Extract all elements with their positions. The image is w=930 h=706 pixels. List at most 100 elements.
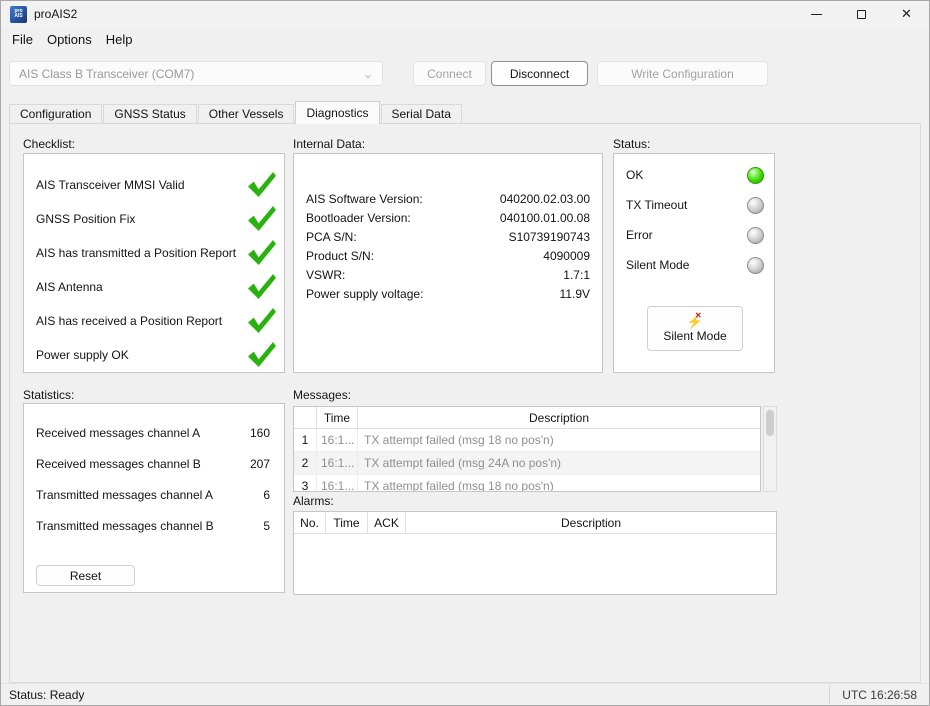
checklist-item: AIS Transceiver MMSI Valid <box>24 168 284 202</box>
check-icon <box>247 342 276 368</box>
toolbar: AIS Class B Transceiver (COM7) ⌄ Connect… <box>1 51 929 96</box>
tab-diagnostics[interactable]: Diagnostics <box>295 101 379 124</box>
internal-data-group: AIS Software Version: 040200.02.03.00 Bo… <box>293 153 603 373</box>
tab-gnss-status[interactable]: GNSS Status <box>103 104 196 123</box>
tab-other-vessels[interactable]: Other Vessels <box>198 104 295 123</box>
checklist-item: GNSS Position Fix <box>24 202 284 236</box>
internal-data-label: Power supply voltage: <box>306 287 423 306</box>
message-row[interactable]: 3 16:1... TX attempt failed (msg 18 no p… <box>294 475 760 492</box>
proais2-window: pro AIS proAIS2 ✕ File Options Help AIS … <box>0 0 930 706</box>
disconnect-button[interactable]: Disconnect <box>491 61 588 86</box>
check-icon <box>247 206 276 232</box>
statistics-label: Transmitted messages channel B <box>36 519 214 533</box>
checklist-item-label: Power supply OK <box>36 348 129 362</box>
status-row-silent-mode: Silent Mode <box>614 250 774 280</box>
window-controls: ✕ <box>794 1 929 27</box>
alarms-table: No. Time ACK Description <box>293 511 777 595</box>
header-cell-no: No. <box>294 512 326 533</box>
messages-scrollbar[interactable] <box>763 406 777 492</box>
checklist-item-label: AIS Transceiver MMSI Valid <box>36 178 185 192</box>
diagnostics-panel: Checklist: AIS Transceiver MMSI Valid GN… <box>9 123 921 683</box>
message-time: 16:1... <box>316 452 358 474</box>
internal-data-row: Power supply voltage: 11.9V <box>306 287 590 306</box>
maximize-button[interactable] <box>839 1 884 27</box>
status-row-error: Error <box>614 220 774 250</box>
check-icon <box>247 274 276 300</box>
status-row-ok: OK <box>614 160 774 190</box>
internal-data-title: Internal Data: <box>293 137 365 151</box>
statistics-label: Received messages channel A <box>36 426 200 440</box>
message-time: 16:1... <box>316 429 358 451</box>
checklist-item-label: AIS Antenna <box>36 280 103 294</box>
message-row-number: 1 <box>294 433 316 447</box>
status-group: OK TX Timeout Error Silent Mode ⚡✕ Silen… <box>613 153 775 373</box>
silent-mode-button-label: Silent Mode <box>663 329 726 343</box>
statistics-title: Statistics: <box>23 388 74 402</box>
maximize-icon <box>857 10 866 19</box>
menu-item-file[interactable]: File <box>5 29 40 50</box>
scrollbar-thumb[interactable] <box>766 410 774 436</box>
status-label: Silent Mode <box>626 258 689 272</box>
statistics-value: 6 <box>263 488 270 502</box>
internal-data-value: 1.7:1 <box>563 268 590 287</box>
tab-configuration[interactable]: Configuration <box>9 104 102 123</box>
device-select-value: AIS Class B Transceiver (COM7) <box>19 67 194 81</box>
messages-table: Time Description 1 16:1... TX attempt fa… <box>293 406 761 492</box>
connect-button[interactable]: Connect <box>413 61 486 86</box>
led-error-icon <box>747 227 764 244</box>
minimize-button[interactable] <box>794 1 839 27</box>
utc-time: UTC 16:26:58 <box>829 686 929 704</box>
internal-data-row: AIS Software Version: 040200.02.03.00 <box>306 192 590 211</box>
status-row-tx-timeout: TX Timeout <box>614 190 774 220</box>
reset-button[interactable]: Reset <box>36 565 135 586</box>
alarms-table-header: No. Time ACK Description <box>294 512 776 534</box>
statistics-label: Transmitted messages channel A <box>36 488 213 502</box>
header-cell-ack: ACK <box>368 512 406 533</box>
checklist-item-label: AIS has transmitted a Position Report <box>36 246 236 260</box>
menu-item-options[interactable]: Options <box>40 29 99 50</box>
header-cell-description: Description <box>358 407 760 428</box>
alarms-title: Alarms: <box>293 494 334 508</box>
checklist-title: Checklist: <box>23 137 75 151</box>
app-icon: pro AIS <box>10 6 27 23</box>
message-row[interactable]: 2 16:1... TX attempt failed (msg 24A no … <box>294 452 760 475</box>
statistics-value: 160 <box>250 426 270 440</box>
titlebar: pro AIS proAIS2 ✕ <box>1 1 929 27</box>
lightning-off-icon: ⚡✕ <box>687 315 703 328</box>
internal-data-label: PCA S/N: <box>306 230 357 249</box>
tabstrip: Configuration GNSS Status Other Vessels … <box>1 96 929 123</box>
message-row-number: 2 <box>294 456 316 470</box>
silent-mode-button[interactable]: ⚡✕ Silent Mode <box>647 306 743 351</box>
messages-title: Messages: <box>293 388 351 402</box>
checklist-item-label: GNSS Position Fix <box>36 212 135 226</box>
status-label: TX Timeout <box>626 198 687 212</box>
internal-data-row: VSWR: 1.7:1 <box>306 268 590 287</box>
status-label: Error <box>626 228 653 242</box>
device-select[interactable]: AIS Class B Transceiver (COM7) ⌄ <box>9 61 383 86</box>
close-button[interactable]: ✕ <box>884 1 929 27</box>
checklist-item: AIS has transmitted a Position Report <box>24 236 284 270</box>
message-row[interactable]: 1 16:1... TX attempt failed (msg 18 no p… <box>294 429 760 452</box>
messages-table-header: Time Description <box>294 407 760 429</box>
menu-item-help[interactable]: Help <box>99 29 140 50</box>
led-silent-mode-icon <box>747 257 764 274</box>
statistics-row: Transmitted messages channel A 6 <box>24 479 284 510</box>
window-title: proAIS2 <box>34 7 77 21</box>
status-title: Status: <box>613 137 650 151</box>
statistics-row: Received messages channel A 160 <box>24 417 284 448</box>
internal-data-label: Bootloader Version: <box>306 211 411 230</box>
minimize-icon <box>811 14 822 15</box>
internal-data-label: AIS Software Version: <box>306 192 423 211</box>
tab-serial-data[interactable]: Serial Data <box>381 104 462 123</box>
check-icon <box>247 308 276 334</box>
message-row-number: 3 <box>294 479 316 492</box>
internal-data-row: Bootloader Version: 040100.01.00.08 <box>306 211 590 230</box>
internal-data-row: PCA S/N: S10739190743 <box>306 230 590 249</box>
checklist-item: Power supply OK <box>24 338 284 372</box>
led-tx-timeout-icon <box>747 197 764 214</box>
header-cell-time: Time <box>316 407 358 428</box>
write-configuration-button[interactable]: Write Configuration <box>597 61 768 86</box>
internal-data-row: Product S/N: 4090009 <box>306 249 590 268</box>
checklist-item: AIS Antenna <box>24 270 284 304</box>
header-cell-alarm-description: Description <box>406 512 776 533</box>
